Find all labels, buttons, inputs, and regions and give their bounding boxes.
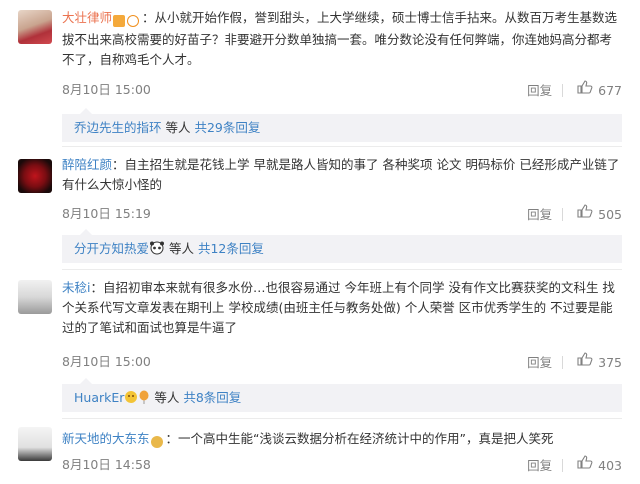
divider <box>62 146 622 147</box>
comment-list: 大壮律师 ：从小就开始作假，誉到甜头，上大学继续，硕士博士信手拈来。从数百万考生基… <box>0 0 640 484</box>
commenter-name[interactable]: 醉陪红颜 <box>62 157 112 172</box>
like-button[interactable]: 375 <box>577 352 622 373</box>
thumbs-up-icon <box>577 455 593 469</box>
comment-content: 新天地的大东东 ：一个高中生能“浅谈云数据分析在经济统计中的作用”，真是把人笑死 <box>62 429 622 451</box>
comment-content: 醉陪红颜：自主招生就是花钱上学 早就是路人皆知的事了 各种奖项 论文 明码标价 … <box>62 157 620 192</box>
comment-time: 8月10日 15:19 <box>62 206 151 221</box>
like-button[interactable]: 505 <box>577 204 622 225</box>
like-count: 505 <box>598 206 622 222</box>
user-badges <box>113 10 141 30</box>
commenter-name[interactable]: 未稔i <box>62 280 90 295</box>
avatar[interactable] <box>18 10 52 44</box>
reply-user-link[interactable]: 分开方知热爱 <box>74 241 149 256</box>
comment-text: 自招初审本来就有很多水份…也很容易通过 今年班上有个同学 没有作文比赛获奖的文科… <box>62 280 615 335</box>
comment-meta: 8月10日 15:00 回复 375 <box>62 352 622 372</box>
comment-time: 8月10日 15:00 <box>62 82 151 97</box>
comment-meta: 8月10日 14:58 回复 403 <box>62 455 622 475</box>
comment-meta: 8月10日 15:19 回复 505 <box>62 204 622 224</box>
comment-content: 未稔i：自招初审本来就有很多水份…也很容易通过 今年班上有个同学 没有作文比赛获… <box>62 280 615 335</box>
reply-user-link[interactable]: HuarkEr <box>74 390 124 405</box>
reply-count-link[interactable]: 共12条回复 <box>198 241 264 256</box>
reply-summary[interactable]: 乔边先生的指环 等人 共29条回复 <box>62 108 622 142</box>
like-button[interactable]: 403 <box>577 455 622 476</box>
comment-text: 自主招生就是花钱上学 早就是路人皆知的事了 各种奖项 论文 明码标价 已经形成产… <box>62 157 620 192</box>
balloon-icon <box>138 386 150 414</box>
circle-badge-icon <box>127 14 140 27</box>
comment-time: 8月10日 14:58 <box>62 457 151 472</box>
like-count: 403 <box>598 457 622 473</box>
emoji-icon <box>124 386 138 414</box>
reply-button[interactable]: 回复 <box>527 81 552 101</box>
reply-count-link[interactable]: 共8条回复 <box>183 390 241 405</box>
thumbs-up-icon <box>577 204 593 218</box>
avatar[interactable] <box>18 280 52 314</box>
like-button[interactable]: 677 <box>577 80 622 101</box>
divider <box>62 418 622 419</box>
reply-summary[interactable]: 分开方知热爱 等人 共12条回复 <box>62 229 622 265</box>
comment-meta: 8月10日 15:00 回复 677 <box>62 80 622 100</box>
comment-text: 一个高中生能“浅谈云数据分析在经济统计中的作用”，真是把人笑死 <box>178 431 554 446</box>
reply-button[interactable]: 回复 <box>527 456 552 476</box>
comment-actions: 回复 505 <box>527 204 622 225</box>
like-count: 677 <box>598 82 622 98</box>
comment-actions: 回复 677 <box>527 80 622 101</box>
like-count: 375 <box>598 354 622 370</box>
comment-content: 大壮律师 ：从小就开始作假，誉到甜头，上大学继续，硕士博士信手拈来。从数百万考生基… <box>62 10 618 67</box>
reply-summary[interactable]: HuarkEr 等人 共8条回复 <box>62 378 622 414</box>
reply-button[interactable]: 回复 <box>527 353 552 373</box>
panda-icon <box>149 237 165 265</box>
vip-icon <box>113 14 126 27</box>
avatar[interactable] <box>18 427 52 461</box>
commenter-name[interactable]: 大壮律师 <box>62 10 112 25</box>
comment-actions: 回复 375 <box>527 352 622 373</box>
member-badge-icon <box>150 435 163 448</box>
comment-time: 8月10日 15:00 <box>62 354 151 369</box>
reply-count-link[interactable]: 共29条回复 <box>194 120 260 135</box>
reply-button[interactable]: 回复 <box>527 205 552 225</box>
comment-actions: 回复 403 <box>527 455 622 476</box>
avatar[interactable] <box>18 159 52 193</box>
reply-user-link[interactable]: 乔边先生的指环 <box>74 120 162 135</box>
thumbs-up-icon <box>577 80 593 94</box>
user-badges <box>150 431 165 451</box>
divider <box>62 269 622 270</box>
thumbs-up-icon <box>577 352 593 366</box>
commenter-name[interactable]: 新天地的大东东 <box>62 431 150 446</box>
